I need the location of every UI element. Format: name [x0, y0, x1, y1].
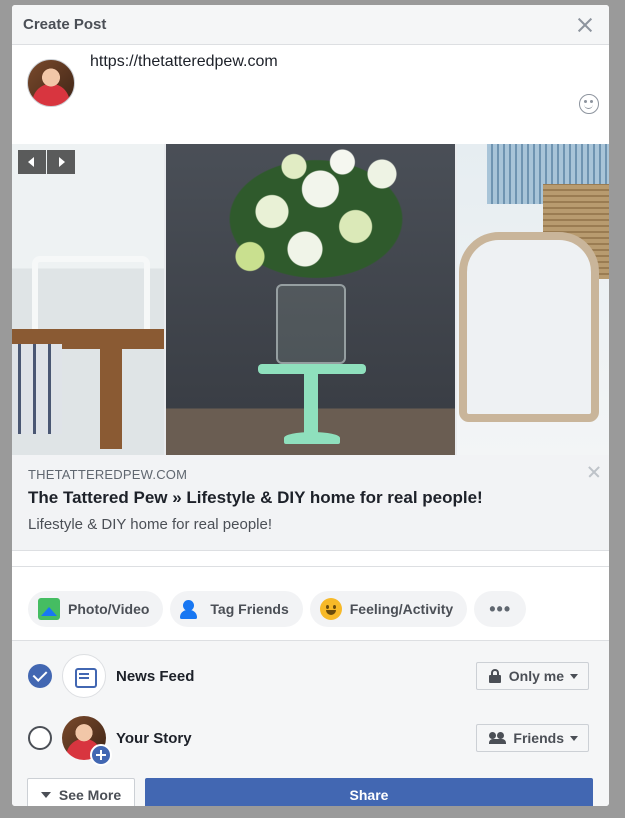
- more-options-button[interactable]: •••: [474, 591, 527, 627]
- friends-icon: [489, 732, 507, 744]
- story-avatar: [62, 716, 112, 766]
- create-post-dialog: Create Post https://thetatteredpew.com T…: [12, 5, 609, 806]
- image-blanket: [12, 344, 62, 434]
- carousel-next-button[interactable]: [47, 150, 75, 174]
- user-avatar: [27, 59, 75, 107]
- carousel-nav: [18, 150, 75, 174]
- image-vase: [276, 284, 346, 364]
- audience-selector: News Feed Only me Your Story Friends See: [12, 640, 609, 806]
- more-icon: •••: [489, 598, 512, 619]
- photo-video-label: Photo/Video: [68, 601, 150, 617]
- dialog-header: Create Post: [12, 5, 609, 45]
- news-feed-label: News Feed: [116, 667, 195, 685]
- link-description: Lifestyle & DIY home for real people!: [28, 516, 273, 533]
- your-story-label: Your Story: [116, 729, 192, 747]
- your-story-row[interactable]: Your Story Friends: [28, 714, 589, 766]
- news-feed-checkbox[interactable]: [28, 664, 52, 688]
- image-cake-stand-base: [284, 432, 340, 444]
- photo-video-button[interactable]: Photo/Video: [28, 591, 164, 627]
- image-cake-stand-top: [258, 364, 366, 374]
- carousel-image-armchair[interactable]: [457, 144, 609, 455]
- your-story-privacy-dropdown[interactable]: Friends: [476, 724, 589, 752]
- share-button[interactable]: Share: [145, 778, 593, 806]
- your-story-checkbox[interactable]: [28, 726, 52, 750]
- remove-preview-icon[interactable]: [587, 465, 601, 479]
- dialog-title: Create Post: [23, 16, 107, 33]
- chevron-down-icon: [570, 735, 578, 741]
- see-more-button[interactable]: See More: [27, 778, 135, 806]
- your-story-privacy-label: Friends: [513, 730, 564, 746]
- link-preview-info[interactable]: THETATTEREDPEW.COM The Tattered Pew » Li…: [12, 455, 609, 551]
- image-armchair: [459, 232, 599, 422]
- see-more-label: See More: [58, 787, 122, 803]
- image-flowers: [206, 144, 426, 294]
- composer: https://thetatteredpew.com: [12, 45, 609, 144]
- link-image-carousel[interactable]: [12, 144, 609, 455]
- link-title: The Tattered Pew » Lifestyle & DIY home …: [28, 488, 483, 507]
- emoji-icon[interactable]: [579, 94, 599, 114]
- image-stool-leg: [100, 349, 122, 449]
- feeling-icon: [319, 598, 342, 620]
- image-cake-stand-post: [304, 374, 318, 434]
- add-story-icon: [90, 744, 112, 766]
- tag-friends-button[interactable]: Tag Friends: [170, 591, 303, 627]
- tag-friends-label: Tag Friends: [210, 601, 289, 617]
- photo-video-icon: [38, 598, 60, 620]
- post-text-input[interactable]: https://thetatteredpew.com: [90, 53, 278, 71]
- news-feed-privacy-dropdown[interactable]: Only me: [475, 662, 589, 690]
- news-feed-icon: [62, 654, 106, 698]
- post-actions: Photo/Video Tag Friends Feeling/Activity…: [12, 566, 609, 636]
- carousel-image-stool[interactable]: [12, 144, 164, 455]
- news-feed-row[interactable]: News Feed Only me: [28, 652, 589, 700]
- carousel-prev-button[interactable]: [18, 150, 46, 174]
- feeling-activity-button[interactable]: Feeling/Activity: [309, 591, 468, 627]
- news-feed-privacy-label: Only me: [508, 668, 564, 684]
- tag-friends-icon: [180, 598, 202, 620]
- lock-icon: [488, 669, 501, 683]
- close-icon[interactable]: [573, 13, 597, 37]
- chevron-down-icon: [570, 673, 578, 679]
- feeling-activity-label: Feeling/Activity: [349, 601, 454, 617]
- link-domain: THETATTEREDPEW.COM: [28, 467, 188, 482]
- caret-down-icon: [40, 792, 51, 798]
- dialog-footer: See More Share: [27, 778, 593, 806]
- carousel-image-hydrangeas[interactable]: [166, 144, 455, 455]
